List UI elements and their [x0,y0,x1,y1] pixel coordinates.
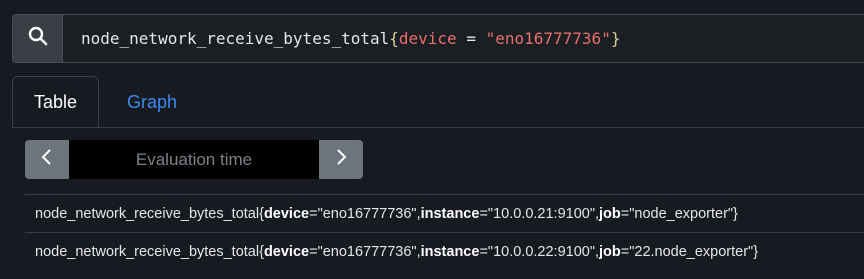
prev-time-button[interactable] [25,140,69,179]
series-label-key: job [599,205,621,222]
tab-graph[interactable]: Graph [117,76,187,128]
series-label-value: "22.node_exporter" [629,243,754,260]
tab-table[interactable]: Table [12,76,99,129]
result-tabs: Table Graph [12,76,864,129]
evaluation-time-bar: Evaluation time [25,140,363,179]
series-label-key: instance [420,243,480,260]
series-label-value: "10.0.0.21:9100" [487,205,595,222]
series-label-value: "node_exporter" [629,205,734,222]
series-label-value: "10.0.0.22:9100" [487,243,595,260]
query-close-brace: } [610,29,621,48]
chevron-left-icon [40,148,54,171]
evaluation-time-input[interactable]: Evaluation time [69,140,319,179]
series-label-key: device [263,243,310,260]
query-metric: node_network_receive_bytes_total [81,29,390,48]
query-open-brace: { [389,29,399,48]
query-label: device [398,29,457,48]
series-label-value: "eno16777736" [317,205,417,222]
series-label-key: device [263,205,310,222]
series-label-key: job [599,243,621,260]
next-time-button[interactable] [319,140,363,179]
table-row: node_network_receive_bytes_total{device =… [25,232,864,270]
search-icon [28,26,48,51]
query-value: "eno16777736" [485,29,611,48]
query-bar: node_network_receive_bytes_total{device … [12,14,864,63]
series-label-key: instance [420,205,480,222]
results-table: node_network_receive_bytes_total{device =… [25,194,864,270]
query-input[interactable]: node_network_receive_bytes_total{device … [63,15,864,62]
chevron-right-icon [334,148,348,171]
series-label-value: "eno16777736" [317,243,417,260]
series-metric: node_network_receive_bytes_total [35,205,260,222]
query-operator: = [456,29,486,48]
series-metric: node_network_receive_bytes_total [35,243,260,260]
table-row: node_network_receive_bytes_total{device =… [25,194,864,232]
execute-button[interactable] [13,15,63,62]
